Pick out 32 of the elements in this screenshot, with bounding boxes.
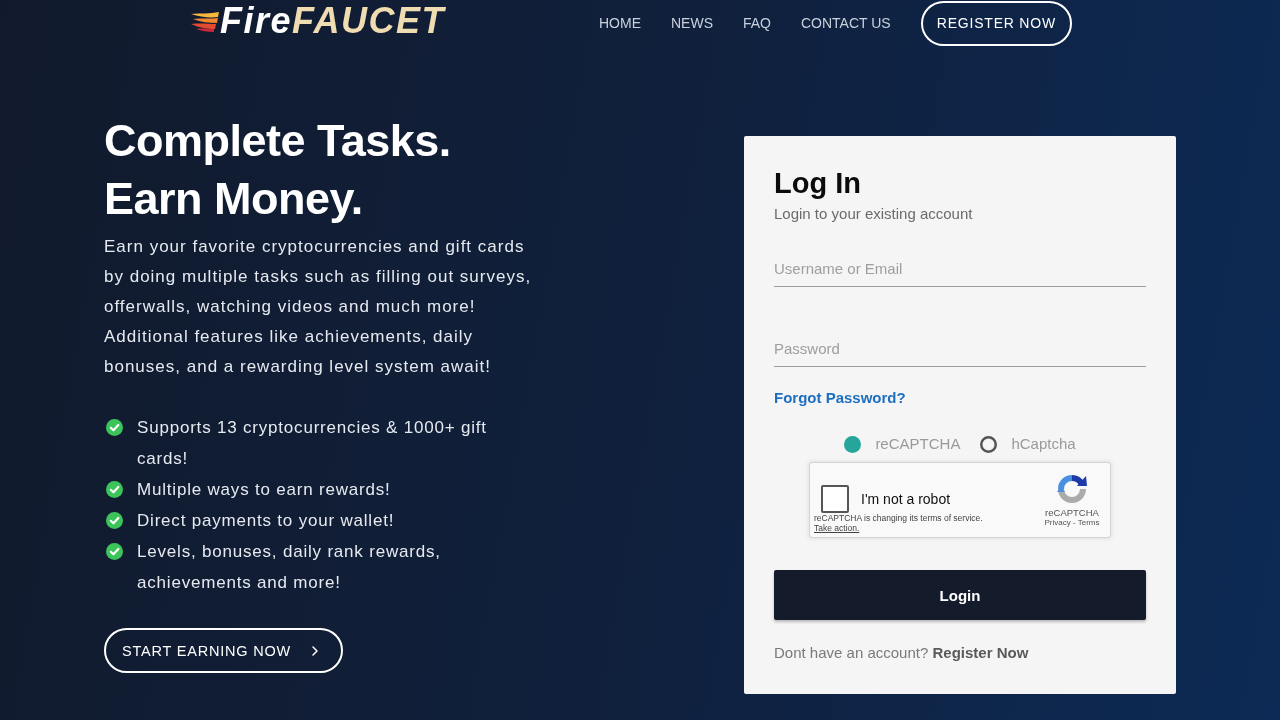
feature-text: Multiple ways to earn rewards!	[137, 479, 391, 501]
take-action-link[interactable]: Take action.	[814, 523, 860, 533]
nav-link[interactable]: NEWS	[671, 14, 713, 32]
headline: Complete Tasks. Earn Money.	[104, 114, 452, 226]
recaptcha-notice: reCAPTCHA is changing its terms of service.	[814, 513, 983, 523]
forgot-password-link[interactable]: Forgot Password?	[774, 388, 906, 408]
register-now-link[interactable]: Register Now	[932, 644, 1029, 661]
check-circle-icon	[106, 481, 123, 498]
recaptcha-brand: reCAPTCHA	[1045, 507, 1099, 518]
check-circle-icon	[106, 543, 123, 560]
robot-label: I'm not a robot	[861, 490, 951, 508]
nav-link[interactable]: FAQ	[743, 14, 771, 32]
check-circle-icon	[106, 512, 123, 529]
login-button[interactable]: Login	[774, 570, 1146, 620]
login-title: Log In	[774, 166, 862, 200]
check-circle-icon	[106, 419, 123, 436]
feature-text: Direct payments to your wallet!	[137, 510, 395, 532]
login-subtitle: Login to your existing account	[774, 204, 974, 224]
username-field[interactable]: Username or Email	[774, 251, 1146, 287]
feature-text: Levels, bonuses, daily rank rewards, achievements and more!	[137, 541, 442, 594]
register-button[interactable]: REGISTER NOW	[920, 0, 1072, 46]
password-field[interactable]: Password	[774, 331, 1146, 367]
recaptcha-logo-icon	[1056, 473, 1088, 505]
nav-link[interactable]: CONTACT US	[801, 14, 891, 32]
privacy-terms-links[interactable]: Privacy - Terms	[1044, 518, 1100, 528]
feature-text: Supports 13 cryptocurrencies & 1000+ gift cards!	[137, 417, 488, 470]
start-earning-button[interactable]: START EARNING NOW	[104, 628, 344, 673]
robot-checkbox[interactable]	[821, 485, 849, 513]
nav-link[interactable]: HOME	[599, 14, 641, 32]
description: Earn your favorite cryptocurrencies and gift cards by doing multiple tasks such as filling out surveys, offerwalls, watching videos and much more! Additional features like achievements, daily bonuses, and a rewarding level system await!	[104, 236, 533, 378]
logo-wordmark[interactable]: FireFAUCET	[220, 1, 446, 41]
signup-prompt: Dont have an account? Register Now	[774, 643, 1030, 663]
